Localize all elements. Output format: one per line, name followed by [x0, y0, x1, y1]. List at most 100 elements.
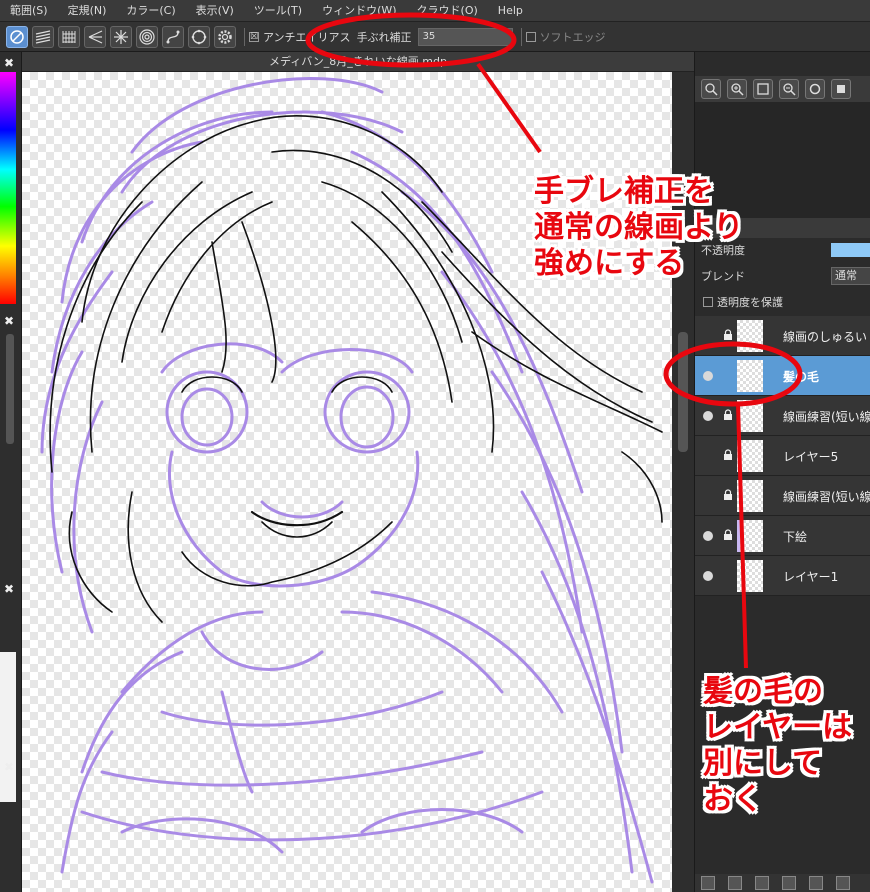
annotation-line: 手ブレ補正を [534, 174, 714, 209]
stabilizer-annotation: 手ブレ補正を 通常の線画より 強めにする [534, 174, 743, 282]
hue-slider[interactable] [0, 72, 16, 304]
layer-name: レイヤー1 [783, 570, 839, 584]
parallel-snap-button[interactable] [32, 25, 54, 48]
menu-ruler[interactable]: 定規(N) [58, 0, 117, 22]
new-folder-icon[interactable] [809, 876, 823, 890]
curve-icon [166, 30, 180, 43]
radial-lines-icon [88, 29, 103, 44]
visibility-eye-icon[interactable] [703, 371, 713, 381]
protect-alpha-checkbox[interactable] [703, 297, 713, 307]
soft-edge-label: ソフトエッジ [539, 30, 606, 44]
layer-name: 下絵 [783, 530, 808, 544]
layer-row[interactable]: 下絵 [695, 516, 870, 556]
close-icon[interactable]: ✖ [2, 314, 16, 328]
protect-alpha-row: 透明度を保護 [695, 290, 870, 314]
layer-name: 線画練習(短い線 [783, 490, 870, 504]
annotation-line: 強めにする [534, 246, 685, 281]
toolbar-separator [244, 27, 245, 46]
zoom-out-icon [783, 83, 796, 96]
soft-edge-checkbox[interactable] [525, 31, 536, 42]
zoom-in-button[interactable] [727, 79, 747, 99]
lock-icon[interactable] [723, 529, 733, 541]
gear-icon [218, 29, 232, 44]
layer-thumbnail [737, 480, 763, 512]
close-icon[interactable]: ✖ [2, 760, 16, 774]
menu-bar: 範囲(S) 定規(N) カラー(C) 表示(V) ツール(T) ウィンドウ(W)… [0, 0, 870, 22]
new-8bit-layer-icon[interactable] [782, 876, 796, 890]
menu-window[interactable]: ウィンドウ(W) [312, 0, 406, 22]
lock-icon[interactable] [723, 449, 733, 461]
blend-mode-select[interactable]: 通常 [831, 267, 870, 285]
protect-alpha-label: 透明度を保護 [717, 296, 783, 309]
fit-view-button[interactable] [753, 79, 773, 99]
layer-row[interactable]: 線画練習(短い線 [695, 476, 870, 516]
fit-icon [757, 83, 769, 95]
left-panel-preview [0, 652, 16, 802]
navigator-toolbar [695, 76, 870, 102]
toolbar-separator [520, 27, 522, 46]
stabilizer-input[interactable]: 35 [417, 27, 513, 46]
antialias-label: アンチエイリアス [263, 30, 351, 44]
panel-scrollbar[interactable] [6, 334, 14, 444]
opacity-slider[interactable] [831, 243, 870, 257]
duplicate-layer-icon[interactable] [836, 876, 850, 890]
layer-actions-bar [695, 874, 870, 892]
radial-snap-button[interactable] [84, 25, 106, 48]
concentric-snap-button[interactable] [136, 25, 158, 48]
layer-row[interactable]: レイヤー5 [695, 436, 870, 476]
menu-help[interactable]: Help [488, 0, 533, 22]
layer-name: 髪の毛 [783, 370, 820, 384]
grid-icon [62, 30, 76, 43]
parallel-lines-icon [35, 29, 51, 44]
visibility-eye-icon[interactable] [703, 571, 713, 581]
new-halftone-layer-icon[interactable] [728, 876, 742, 890]
lock-icon[interactable] [723, 409, 733, 421]
annotation-line: 別にして [703, 746, 823, 781]
zoom-reset-icon [705, 83, 718, 96]
rotate-button[interactable] [805, 79, 825, 99]
new-layer-icon[interactable] [701, 876, 715, 890]
annotation-line: 髪の毛の [703, 674, 823, 709]
zoom-reset-button[interactable] [701, 79, 721, 99]
layer-row[interactable]: 線画のしゅるい [695, 316, 870, 356]
concentric-circles-icon [139, 28, 155, 45]
lock-icon[interactable] [723, 489, 733, 501]
layer-thumbnail [737, 400, 763, 432]
fullscreen-button[interactable] [831, 79, 851, 99]
menu-tool[interactable]: ツール(T) [244, 0, 312, 22]
stabilizer-label: 手ぶれ補正 [356, 30, 412, 44]
layer-row-selected[interactable]: 髪の毛 [695, 356, 870, 396]
menu-selection[interactable]: 範囲(S) [0, 0, 58, 22]
visibility-eye-icon[interactable] [703, 411, 713, 421]
close-icon[interactable]: ✖ [2, 56, 16, 70]
layer-thumbnail [737, 440, 763, 472]
tool-options-bar: ☒ アンチエイリアス 手ぶれ補正 35 ソフトエッジ [0, 22, 870, 52]
new-image-layer-icon[interactable] [755, 876, 769, 890]
burst-icon [114, 29, 128, 44]
radial-center-snap-button[interactable] [110, 25, 132, 48]
scrollbar-thumb[interactable] [678, 332, 688, 452]
zoom-in-icon [731, 83, 744, 96]
annotation-line: おく [703, 782, 763, 817]
menu-view[interactable]: 表示(V) [186, 0, 244, 22]
menu-cloud[interactable]: クラウド(O) [407, 0, 488, 22]
layer-thumbnail [737, 560, 763, 592]
menu-color[interactable]: カラー(C) [116, 0, 185, 22]
snap-settings-button[interactable] [214, 25, 236, 48]
layer-name: 線画練習(短い線 [783, 410, 870, 424]
grid-snap-button[interactable] [58, 25, 80, 48]
zoom-out-button[interactable] [779, 79, 799, 99]
lock-icon[interactable] [723, 329, 733, 341]
layer-thumbnail [737, 360, 763, 392]
close-icon[interactable]: ✖ [2, 582, 16, 596]
curve-snap-button[interactable] [162, 25, 184, 48]
layer-thumbnail [737, 320, 763, 352]
ellipse-snap-button[interactable] [188, 25, 210, 48]
layer-list: 線画のしゅるい 髪の毛 線画練習(短い線 レイヤー5 線画練習(短い線 下絵 レ… [695, 316, 870, 596]
visibility-eye-icon[interactable] [703, 531, 713, 541]
layer-row[interactable]: レイヤー1 [695, 556, 870, 596]
document-tab[interactable]: メディバン_8月_きれいな線画.mdp [22, 52, 694, 72]
layer-row[interactable]: 線画練習(短い線 [695, 396, 870, 436]
antialias-checkbox[interactable]: ☒ [249, 31, 259, 42]
no-snap-button[interactable] [6, 25, 28, 48]
